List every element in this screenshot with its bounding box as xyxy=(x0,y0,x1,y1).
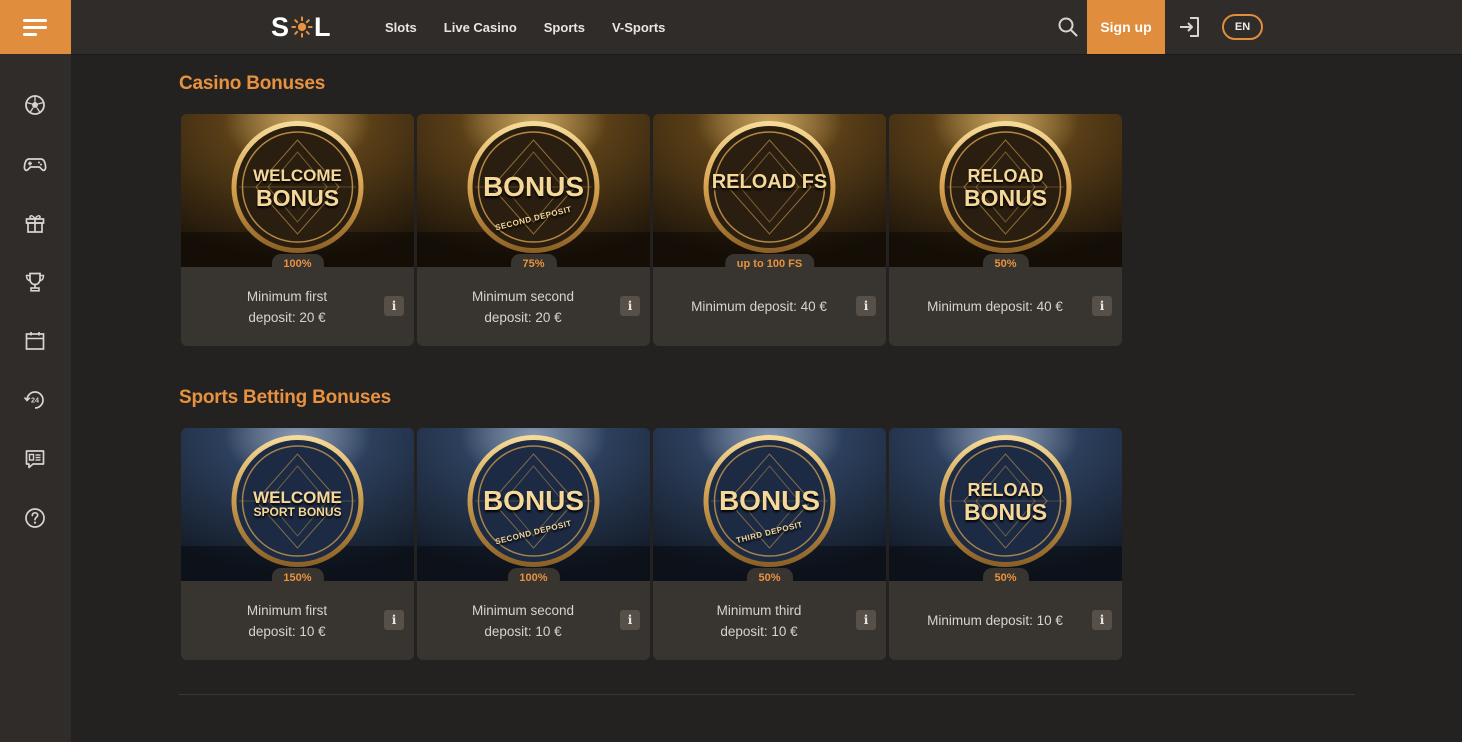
bonus-banner-image: WELCOME BONUS xyxy=(181,114,414,267)
bonus-badge-text: RELOAD BONUS xyxy=(889,114,1122,267)
casino-bonus-card[interactable]: RELOAD FS up to 100 FS Minimum deposit: … xyxy=(653,114,886,346)
bonus-description: Minimum first deposit: 20 € xyxy=(191,267,403,346)
casino-bonus-card[interactable]: RELOAD BONUS 50% Minimum deposit: 40 € i xyxy=(889,114,1122,346)
bonus-banner-image: RELOAD BONUS xyxy=(889,114,1122,267)
menu-icon xyxy=(22,19,47,36)
football-icon[interactable] xyxy=(23,93,47,117)
info-button[interactable]: i xyxy=(856,610,876,630)
bonus-description: Minimum deposit: 40 € xyxy=(899,267,1111,346)
sports-bonus-card[interactable]: WELCOME SPORT BONUS 150% Minimum first d… xyxy=(181,428,414,660)
bonus-banner-image: WELCOME SPORT BONUS xyxy=(181,428,414,581)
logo-letter-s: S xyxy=(271,11,291,42)
casino-bonus-card[interactable]: WELCOME BONUS 100% Minimum first deposit… xyxy=(181,114,414,346)
bonus-title-line1: RELOAD xyxy=(967,480,1044,500)
bonus-badge-text: BONUS SECOND DEPOSIT xyxy=(417,428,650,581)
search-icon[interactable] xyxy=(1056,15,1080,39)
signup-button[interactable]: Sign up xyxy=(1087,0,1165,54)
sports-bonuses-title: Sports Betting Bonuses xyxy=(179,387,392,408)
info-button[interactable]: i xyxy=(384,296,404,316)
bonus-title-line2: BONUS xyxy=(963,499,1048,525)
logo-letter-l: L xyxy=(314,11,332,42)
bonus-description-text: Minimum first deposit: 20 € xyxy=(246,288,328,325)
sports-bonus-card[interactable]: BONUS SECOND DEPOSIT 100% Minimum second… xyxy=(417,428,650,660)
bonus-badge-text: RELOAD FS xyxy=(653,114,886,267)
bonus-description: Minimum second deposit: 10 € xyxy=(427,581,639,660)
bonus-banner-image: BONUS SECOND DEPOSIT xyxy=(417,428,650,581)
info-button[interactable]: i xyxy=(856,296,876,316)
bonus-description: Minimum second deposit: 20 € xyxy=(427,267,639,346)
bonus-title-line2: BONUS xyxy=(255,185,340,211)
bonus-description-text: Minimum deposit: 40 € xyxy=(691,299,827,314)
info-button[interactable]: i xyxy=(620,296,640,316)
nav-slots[interactable]: Slots xyxy=(385,20,417,35)
sun-logo-icon xyxy=(291,16,313,38)
bonus-description: Minimum first deposit: 10 € xyxy=(191,581,403,660)
bonus-description-text: Minimum deposit: 40 € xyxy=(927,299,1063,314)
bonus-description-text: Minimum third deposit: 10 € xyxy=(716,602,802,639)
sports-bonus-card[interactable]: RELOAD BONUS 50% Minimum deposit: 10 € i xyxy=(889,428,1122,660)
bonus-badge-text: WELCOME BONUS xyxy=(181,114,414,267)
top-bar: S L Slots Live Casino Sports V-Sports Si… xyxy=(0,0,1462,54)
bonus-description-text: Minimum second deposit: 10 € xyxy=(471,602,575,639)
gamepad-icon[interactable] xyxy=(23,152,47,176)
bonus-badge-text: BONUS SECOND DEPOSIT xyxy=(417,114,650,267)
help-icon[interactable] xyxy=(23,506,47,530)
bonus-banner-image: RELOAD BONUS xyxy=(889,428,1122,581)
bonus-badge-text: BONUS THIRD DEPOSIT xyxy=(653,428,886,581)
bonus-badge-text: RELOAD BONUS xyxy=(889,428,1122,581)
login-icon[interactable] xyxy=(1177,14,1203,40)
bonus-banner-image: RELOAD FS xyxy=(653,114,886,267)
bonus-badge-text: WELCOME SPORT BONUS xyxy=(181,428,414,581)
chat-icon[interactable] xyxy=(23,447,47,471)
bonus-description-text: Minimum deposit: 10 € xyxy=(927,613,1063,628)
info-button[interactable]: i xyxy=(620,610,640,630)
bonus-description: Minimum third deposit: 10 € xyxy=(663,581,875,660)
menu-button[interactable] xyxy=(0,0,71,54)
bonus-description: Minimum deposit: 10 € xyxy=(899,581,1111,660)
support-24-icon[interactable]: 24 xyxy=(23,388,47,412)
bonus-title-line2: RELOAD FS xyxy=(711,171,828,193)
info-button[interactable]: i xyxy=(1092,610,1112,630)
nav-sports[interactable]: Sports xyxy=(544,20,585,35)
svg-text:24: 24 xyxy=(31,396,39,405)
nav-live-casino[interactable]: Live Casino xyxy=(444,20,517,35)
bonus-banner-image: BONUS THIRD DEPOSIT xyxy=(653,428,886,581)
casino-bonus-card[interactable]: BONUS SECOND DEPOSIT 75% Minimum second … xyxy=(417,114,650,346)
main-nav: Slots Live Casino Sports V-Sports xyxy=(385,0,665,54)
gift-icon[interactable] xyxy=(23,211,47,235)
bonus-description-text: Minimum first deposit: 10 € xyxy=(246,602,328,639)
casino-bonuses-title: Casino Bonuses xyxy=(179,73,326,94)
nav-v-sports[interactable]: V-Sports xyxy=(612,20,665,35)
trophy-icon[interactable] xyxy=(23,270,47,294)
site-logo[interactable]: S L xyxy=(271,11,332,43)
bonus-title-line1: RELOAD xyxy=(967,166,1044,186)
bonus-description: Minimum deposit: 40 € xyxy=(663,267,875,346)
calendar-icon[interactable] xyxy=(23,329,47,353)
bonus-description-text: Minimum second deposit: 20 € xyxy=(471,288,575,325)
sidebar: 24 xyxy=(0,54,71,742)
bonus-banner-image: BONUS SECOND DEPOSIT xyxy=(417,114,650,267)
sports-bonus-card[interactable]: BONUS THIRD DEPOSIT 50% Minimum third de… xyxy=(653,428,886,660)
footer-divider xyxy=(179,694,1355,695)
info-button[interactable]: i xyxy=(1092,296,1112,316)
bonus-title-line1: WELCOME xyxy=(253,166,342,185)
bonus-title-line2: BONUS xyxy=(963,185,1048,211)
language-selector[interactable]: EN xyxy=(1222,14,1263,40)
bonus-title-line2: SPORT BONUS xyxy=(253,505,342,519)
info-button[interactable]: i xyxy=(384,610,404,630)
